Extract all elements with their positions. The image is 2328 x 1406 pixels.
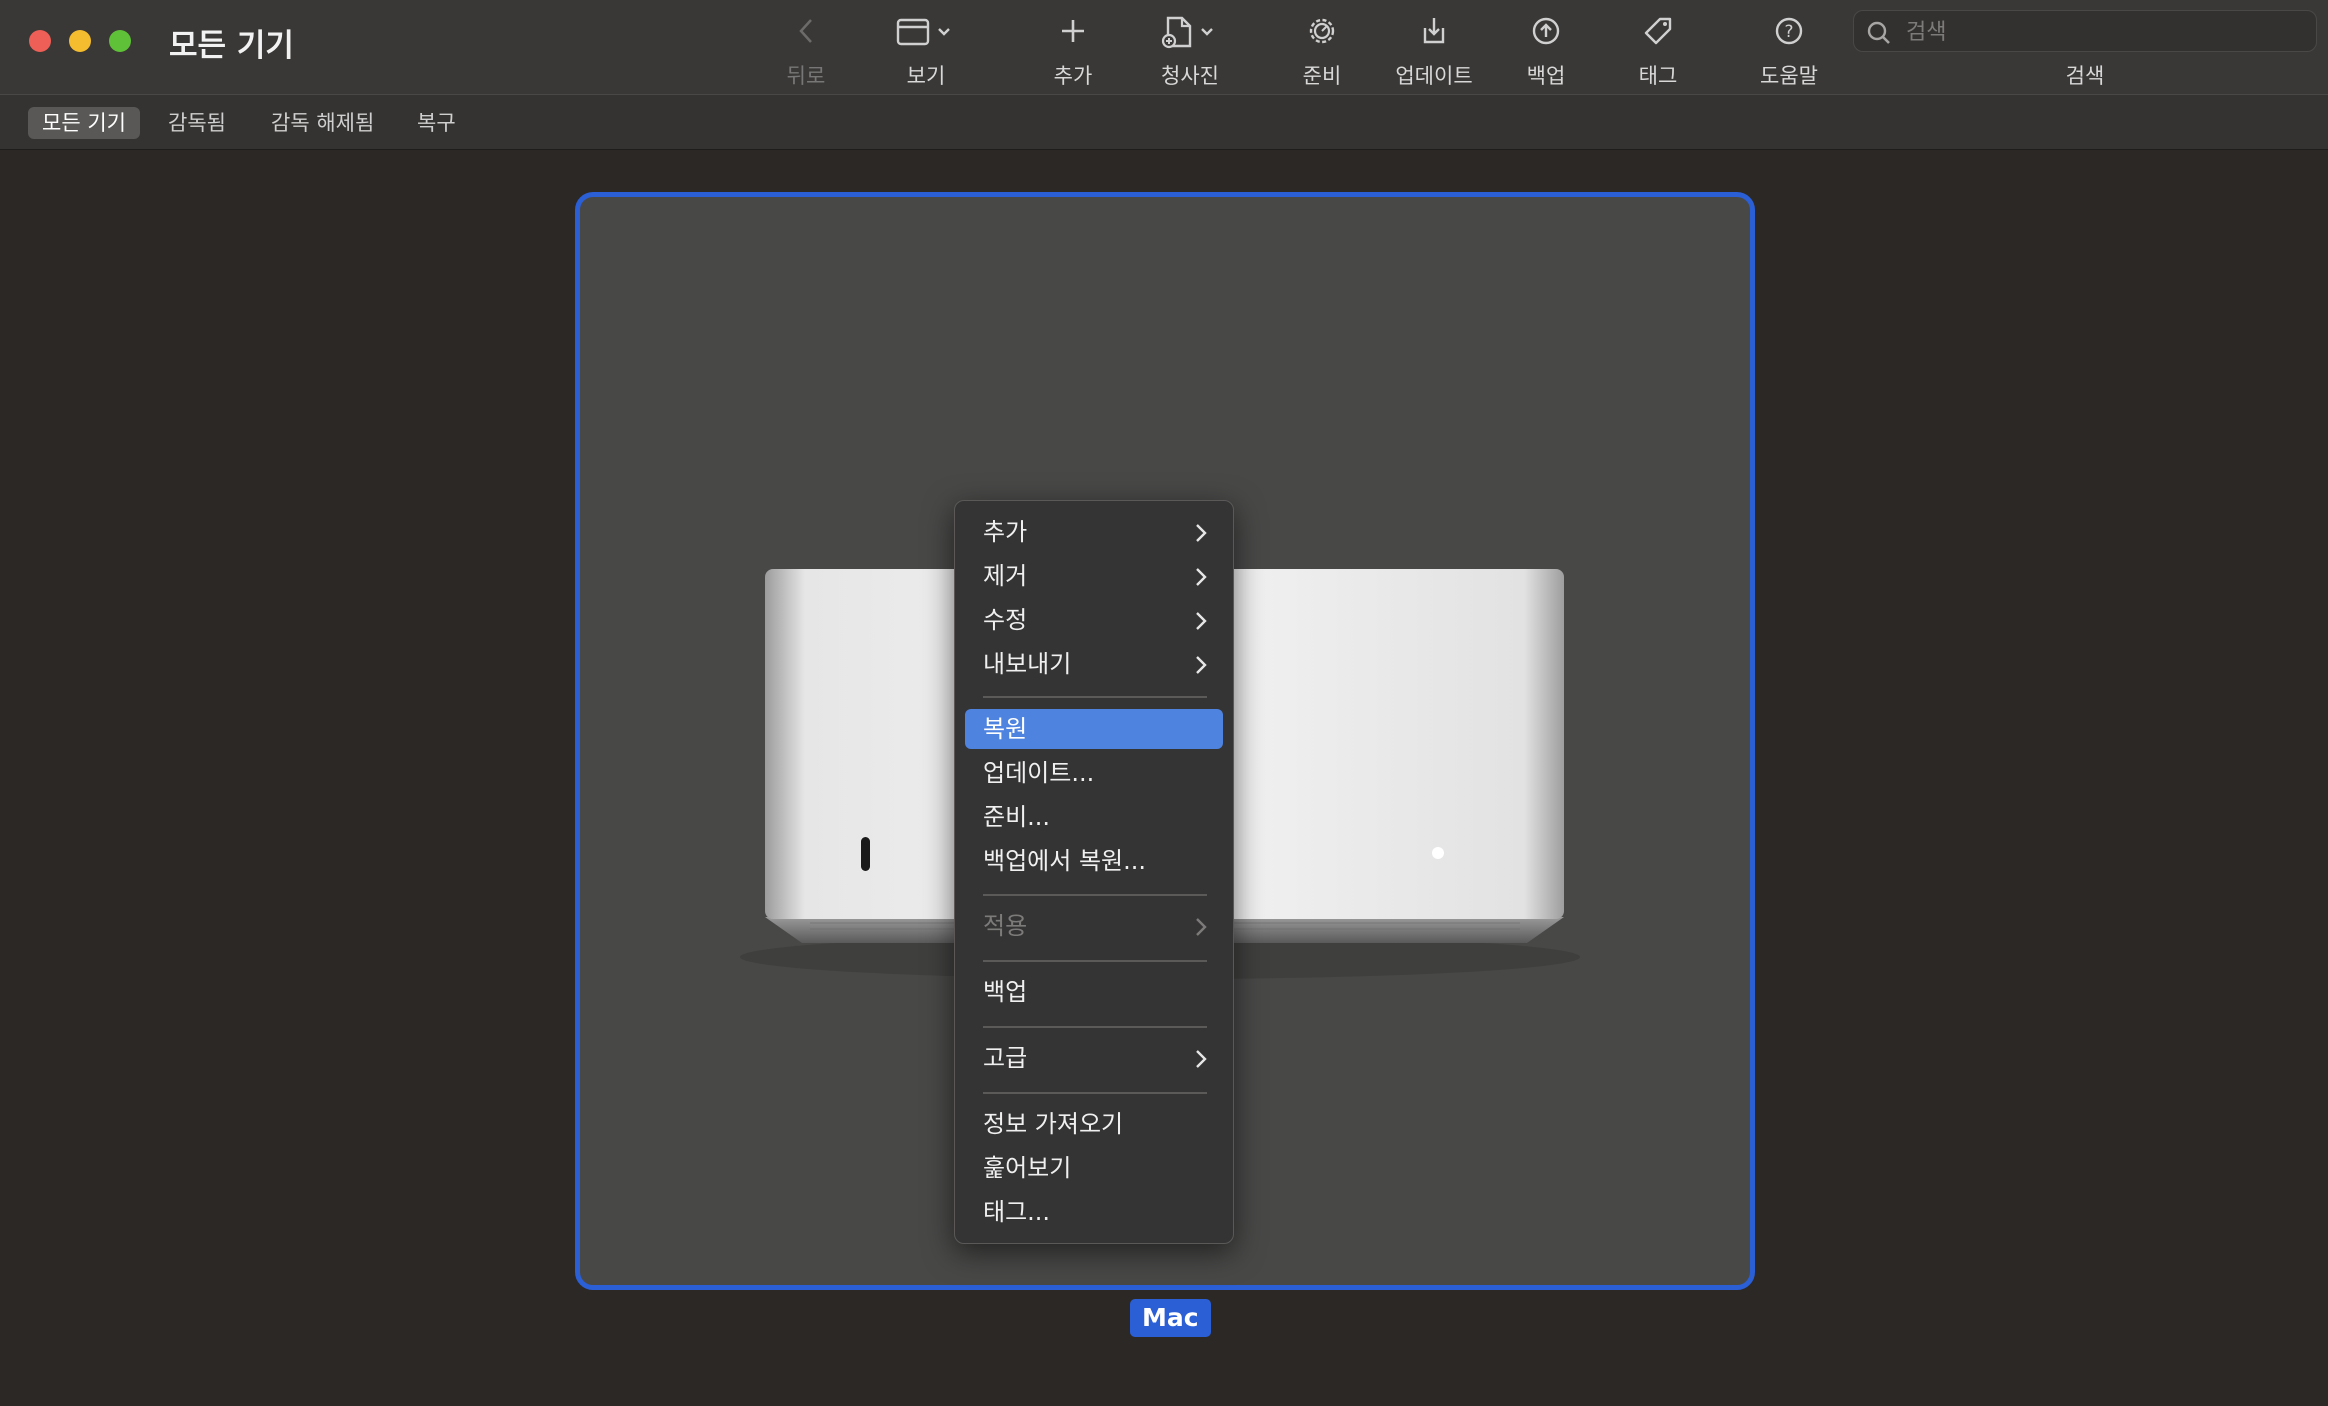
arrow-up-circle-icon [1529, 14, 1563, 54]
menu-item-export[interactable]: 내보내기 [965, 644, 1223, 684]
menu-separator [983, 1092, 1207, 1094]
download-tray-icon [1417, 14, 1451, 54]
context-menu: 추가 제거 수정 내보내기 복원 업데이트... 준비... 백업에서 복원..… [954, 500, 1234, 1244]
filter-tab-unsupervised[interactable]: 감독 해제됨 [257, 107, 388, 139]
chevron-left-icon [796, 14, 816, 54]
filter-bar: 모든 기기 감독됨 감독 해제됨 복구 [0, 94, 2328, 150]
help-button[interactable]: ? 도움말 [1744, 10, 1834, 88]
menu-item-get-info[interactable]: 정보 가져오기 [965, 1104, 1223, 1144]
blueprint-button[interactable]: 청사진 [1140, 10, 1240, 88]
filter-tab-supervised[interactable]: 감독됨 [154, 107, 240, 139]
menu-separator [983, 894, 1207, 896]
svg-text:?: ? [1784, 22, 1793, 42]
search-label: 검색 [2065, 64, 2105, 88]
menu-separator [983, 696, 1207, 698]
menu-item-advanced[interactable]: 고급 [965, 1038, 1223, 1078]
menu-item-quick-look[interactable]: 훑어보기 [965, 1148, 1223, 1188]
menu-item-remove[interactable]: 제거 [965, 556, 1223, 596]
filter-tab-recovery[interactable]: 복구 [403, 107, 470, 139]
menu-item-restore-from-backup[interactable]: 백업에서 복원... [965, 841, 1223, 881]
chevron-right-icon [1196, 568, 1207, 586]
menu-item-prepare[interactable]: 준비... [965, 797, 1223, 837]
chevron-right-icon [1196, 1050, 1207, 1068]
menu-item-apply: 적용 [965, 906, 1223, 946]
document-add-icon [1158, 14, 1222, 54]
chevron-right-icon [1196, 656, 1207, 674]
add-button[interactable]: 추가 [1030, 10, 1116, 88]
tag-icon [1641, 14, 1675, 54]
close-window-button[interactable] [29, 30, 51, 52]
menu-item-tags[interactable]: 태그... [965, 1192, 1223, 1232]
chevron-right-icon [1196, 612, 1207, 630]
chevron-right-icon [1196, 524, 1207, 542]
window-title: 모든 기기 [169, 28, 294, 64]
toolbar: 모든 기기 뒤로 보기 추가 청사진 준비 업데이트 백업 태그 ? 도움말 검… [0, 0, 2328, 94]
minimize-window-button[interactable] [69, 30, 91, 52]
tag-button[interactable]: 태그 [1618, 10, 1698, 88]
filter-tab-all-devices[interactable]: 모든 기기 [28, 107, 140, 139]
menu-item-restore[interactable]: 복원 [965, 709, 1223, 749]
backup-button[interactable]: 백업 [1506, 10, 1586, 88]
menu-item-backup[interactable]: 백업 [965, 972, 1223, 1012]
gear-icon [1305, 14, 1339, 54]
search-icon [1867, 21, 1890, 44]
menu-item-add[interactable]: 추가 [965, 512, 1223, 552]
view-button[interactable]: 보기 [876, 10, 976, 88]
menu-separator [983, 1026, 1207, 1028]
menu-item-modify[interactable]: 수정 [965, 600, 1223, 640]
menu-item-update[interactable]: 업데이트... [965, 753, 1223, 793]
search-field[interactable] [1853, 10, 2317, 52]
search-input[interactable] [1904, 15, 2298, 49]
update-button[interactable]: 업데이트 [1384, 10, 1484, 88]
back-button[interactable]: 뒤로 [766, 10, 846, 88]
zoom-window-button[interactable] [109, 30, 131, 52]
chevron-right-icon [1196, 918, 1207, 936]
question-circle-icon: ? [1772, 14, 1806, 54]
window-view-icon [894, 14, 958, 54]
plus-icon [1058, 14, 1088, 54]
prepare-button[interactable]: 준비 [1282, 10, 1362, 88]
menu-separator [983, 960, 1207, 962]
device-label[interactable]: Mac [1130, 1299, 1211, 1337]
